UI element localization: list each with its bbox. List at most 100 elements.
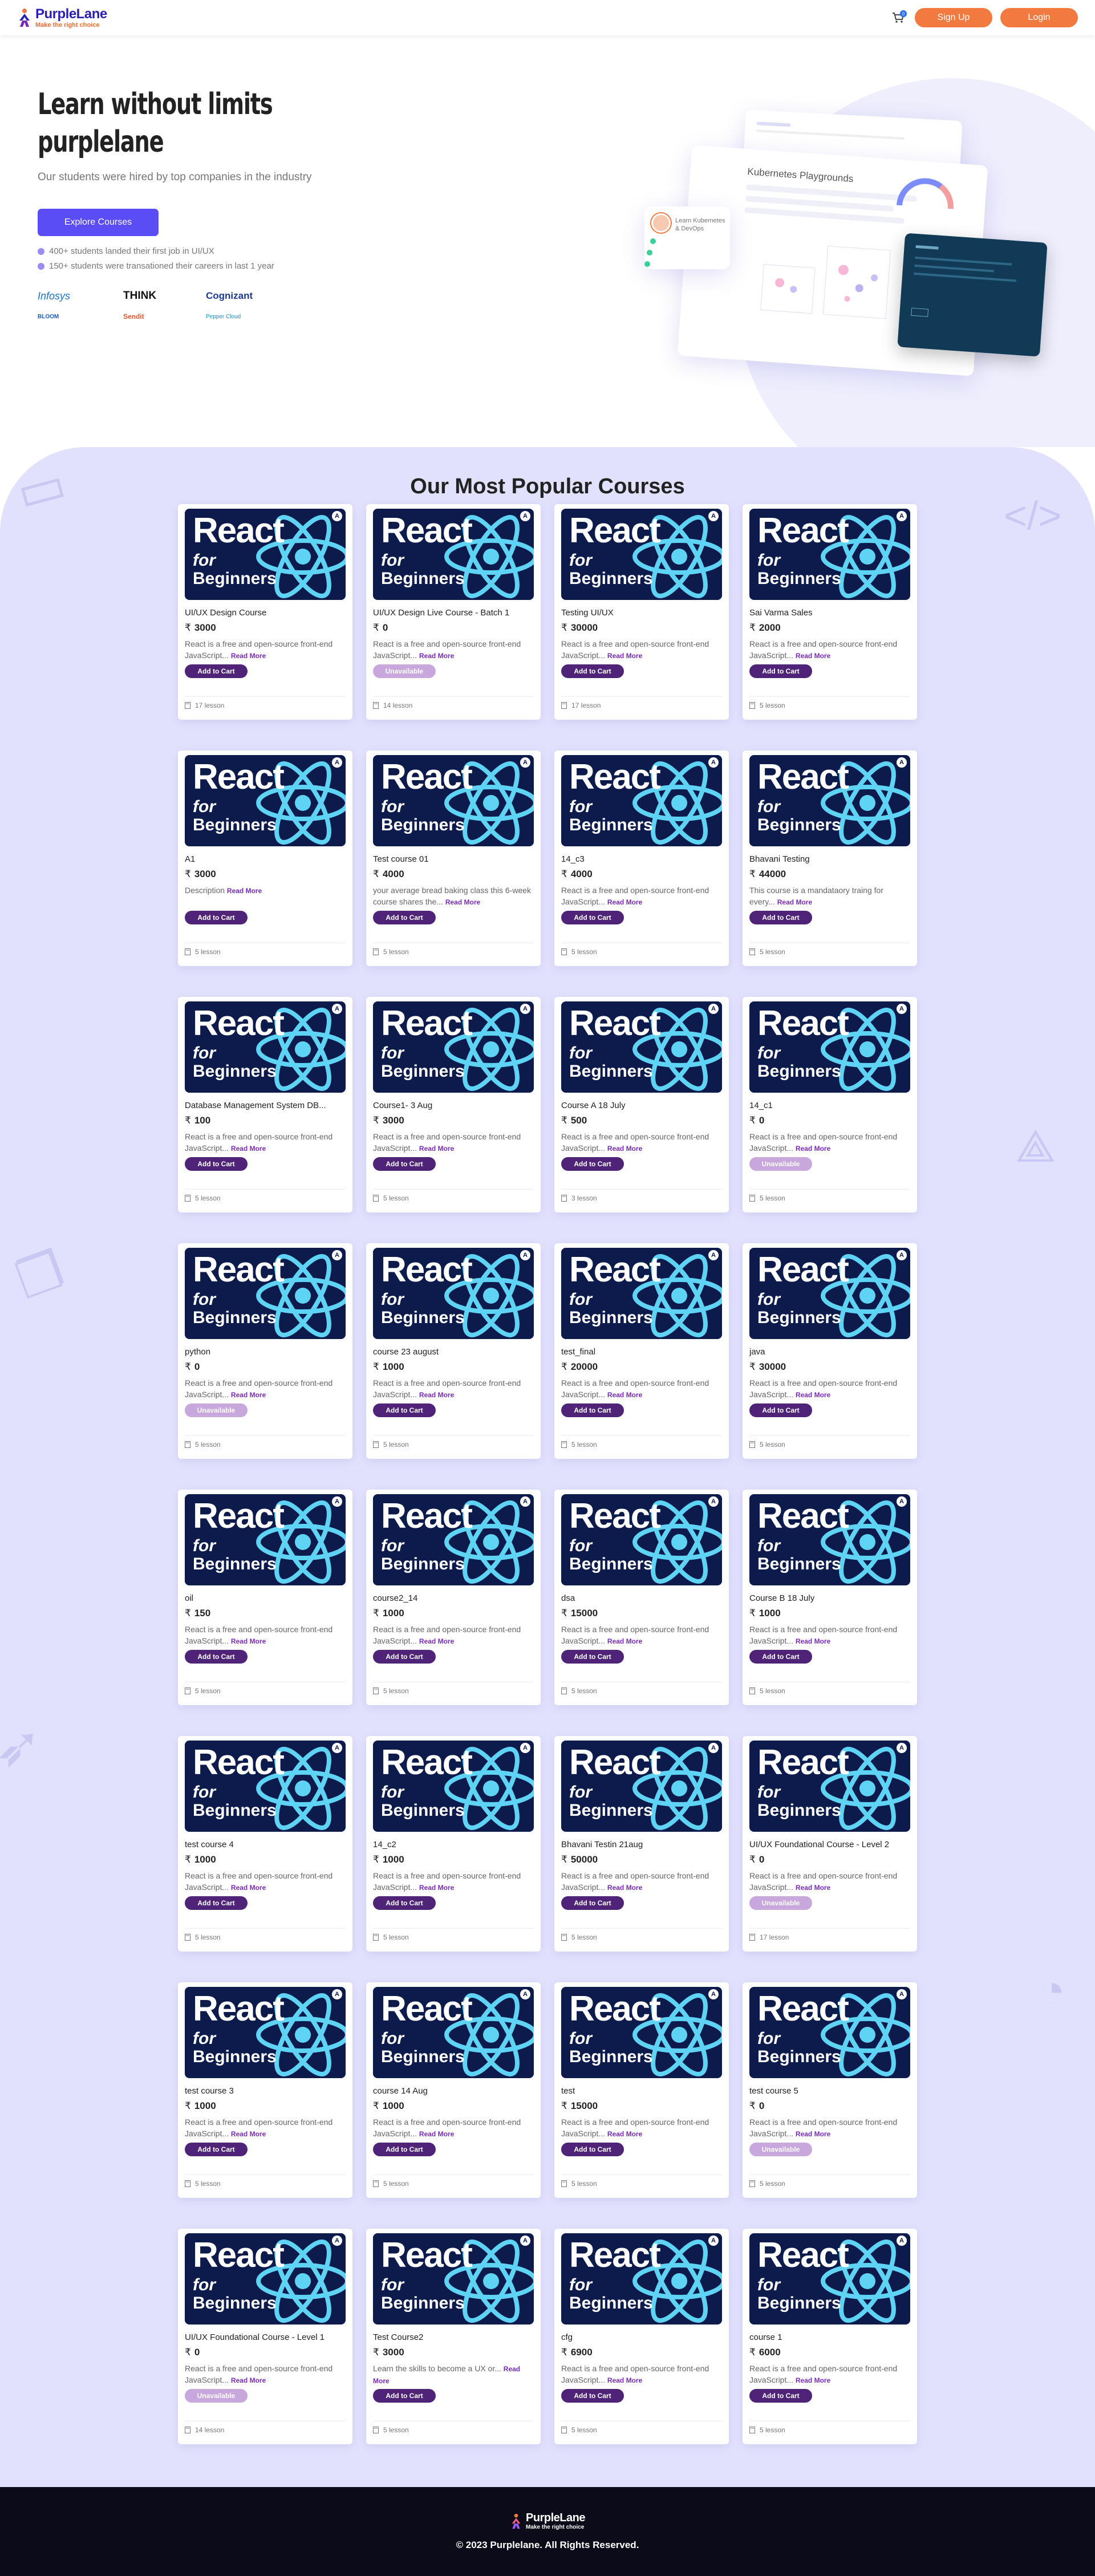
read-more-link[interactable]: Read More (777, 898, 812, 906)
add-to-cart-button[interactable]: Add to Cart (561, 1896, 624, 1910)
course-thumbnail[interactable]: React for Beginners A (373, 1741, 534, 1832)
course-card[interactable]: React for Beginners A Bhavani Testing ₹44000 T… (743, 751, 917, 966)
read-more-link[interactable]: Read More (796, 1637, 830, 1645)
add-to-cart-button[interactable]: Add to Cart (561, 1157, 624, 1171)
unavailable-button[interactable]: Unavailable (749, 2143, 812, 2156)
course-thumbnail[interactable]: React for Beginners A (185, 1987, 346, 2078)
read-more-link[interactable]: Read More (231, 1637, 266, 1645)
course-thumbnail[interactable]: React for Beginners A (561, 1741, 722, 1832)
course-thumbnail[interactable]: React for Beginners A (561, 1248, 722, 1339)
unavailable-button[interactable]: Unavailable (373, 664, 436, 678)
explore-courses-button[interactable]: Explore Courses (38, 209, 159, 236)
course-card[interactable]: React for Beginners Atest course 3 ₹1000 Reac… (178, 1982, 352, 2198)
read-more-link[interactable]: Read More (231, 1884, 266, 1892)
course-thumbnail[interactable]: React for Beginners A (373, 1248, 534, 1339)
read-more-link[interactable]: Read More (227, 887, 262, 895)
read-more-link[interactable]: Read More (796, 1145, 830, 1153)
add-to-cart-button[interactable]: Add to Cart (561, 2389, 624, 2403)
course-title[interactable]: course2_14 (373, 1593, 534, 1603)
course-title[interactable]: test course 3 (185, 2086, 346, 2096)
read-more-link[interactable]: Read More (796, 2376, 830, 2384)
read-more-link[interactable]: Read More (607, 1637, 642, 1645)
read-more-link[interactable]: Read More (419, 1391, 454, 1399)
course-card[interactable]: React for Beginners Acourse 23 august ₹1000 R… (366, 1243, 541, 1459)
course-card[interactable]: React for Beginners A UI/UX Design Course ₹30… (178, 504, 352, 720)
course-title[interactable]: course 14 Aug (373, 2086, 534, 2096)
read-more-link[interactable]: Read More (607, 898, 642, 906)
course-title[interactable]: Test Course2 (373, 2332, 534, 2342)
course-title[interactable]: test course 5 (749, 2086, 910, 2096)
course-card[interactable]: React for Beginners A Bhavani Testin 21aug ₹5… (554, 1736, 729, 1952)
course-thumbnail[interactable]: React for Beginners A (185, 755, 346, 846)
course-card[interactable]: React for Beginners A Testing UI/UX ₹30000 Rea… (554, 504, 729, 720)
course-thumbnail[interactable]: React for Beginners A (185, 1741, 346, 1832)
course-title[interactable]: test course 4 (185, 1840, 346, 1849)
course-thumbnail[interactable]: React for Beginners A (185, 1494, 346, 1585)
add-to-cart-button[interactable]: Add to Cart (373, 911, 436, 924)
course-title[interactable]: test (561, 2086, 722, 2096)
course-title[interactable]: Sai Varma Sales (749, 608, 910, 618)
course-thumbnail[interactable]: React for Beginners A (185, 1248, 346, 1339)
course-card[interactable]: React for Beginners A Course B 18 July ₹1000 R… (743, 1490, 917, 1705)
course-card[interactable]: React for Beginners A Database Management Sy… (178, 997, 352, 1212)
unavailable-button[interactable]: Unavailable (749, 1157, 812, 1171)
course-thumbnail[interactable]: React for Beginners A (373, 509, 534, 600)
course-thumbnail[interactable]: React for Beginners A (749, 1987, 910, 2078)
course-thumbnail[interactable]: React for Beginners A (185, 1001, 346, 1093)
course-card[interactable]: React for Beginners A A1 ₹3000 Description Rea… (178, 751, 352, 966)
read-more-link[interactable]: Read More (607, 1884, 642, 1892)
course-title[interactable]: UI/UX Design Course (185, 608, 346, 618)
course-card[interactable]: React for Beginners Atest course 4 ₹1000 Reac… (178, 1736, 352, 1952)
read-more-link[interactable]: Read More (419, 2130, 454, 2138)
course-thumbnail[interactable]: React for Beginners A (561, 509, 722, 600)
course-title[interactable]: Course1- 3 Aug (373, 1101, 534, 1110)
course-card[interactable]: React for Beginners A UI/UX Foundational Cou… (178, 2229, 352, 2444)
add-to-cart-button[interactable]: Add to Cart (373, 1403, 436, 1417)
course-title[interactable]: cfg (561, 2332, 722, 2342)
course-card[interactable]: React for Beginners A 14_c2 ₹1000 React is a f… (366, 1736, 541, 1952)
course-title[interactable]: 14_c1 (749, 1101, 910, 1110)
course-card[interactable]: React for Beginners Atest_final ₹20000 React … (554, 1243, 729, 1459)
course-thumbnail[interactable]: React for Beginners A (373, 1987, 534, 2078)
course-thumbnail[interactable]: React for Beginners A (561, 2233, 722, 2325)
add-to-cart-button[interactable]: Add to Cart (373, 1157, 436, 1171)
course-title[interactable]: python (185, 1347, 346, 1357)
course-title[interactable]: dsa (561, 1593, 722, 1603)
course-title[interactable]: Testing UI/UX (561, 608, 722, 618)
course-title[interactable]: UI/UX Foundational Course - Level 2 (749, 1840, 910, 1849)
course-card[interactable]: React for Beginners A Sai Varma Sales ₹2000 Re… (743, 504, 917, 720)
add-to-cart-button[interactable]: Add to Cart (185, 1650, 248, 1664)
add-to-cart-button[interactable]: Add to Cart (185, 664, 248, 678)
course-thumbnail[interactable]: React for Beginners A (185, 509, 346, 600)
read-more-link[interactable]: Read More (796, 652, 830, 660)
read-more-link[interactable]: Read More (796, 2130, 830, 2138)
footer-logo[interactable]: PurpleLane Make the right choice (510, 2512, 585, 2530)
course-thumbnail[interactable]: React for Beginners A (561, 1987, 722, 2078)
course-title[interactable]: Bhavani Testing (749, 854, 910, 864)
add-to-cart-button[interactable]: Add to Cart (561, 1403, 624, 1417)
course-thumbnail[interactable]: React for Beginners A (373, 755, 534, 846)
read-more-link[interactable]: Read More (607, 1391, 642, 1399)
course-thumbnail[interactable]: React for Beginners A (561, 755, 722, 846)
course-title[interactable]: A1 (185, 854, 346, 864)
course-title[interactable]: UI/UX Design Live Course - Batch 1 (373, 608, 534, 618)
cart-button[interactable]: 0 (890, 9, 907, 26)
read-more-link[interactable]: Read More (231, 2130, 266, 2138)
read-more-link[interactable]: Read More (796, 1884, 830, 1892)
course-title[interactable]: java (749, 1347, 910, 1357)
course-thumbnail[interactable]: React for Beginners A (185, 2233, 346, 2325)
course-title[interactable]: Database Management System DB... (185, 1101, 346, 1110)
course-title[interactable]: Course B 18 July (749, 1593, 910, 1603)
course-title[interactable]: 14_c2 (373, 1840, 534, 1849)
course-thumbnail[interactable]: React for Beginners A (749, 509, 910, 600)
course-card[interactable]: React for Beginners Acourse2_14 ₹1000 React i… (366, 1490, 541, 1705)
course-card[interactable]: React for Beginners A Course1- 3 Aug ₹3000 Rea… (366, 997, 541, 1212)
add-to-cart-button[interactable]: Add to Cart (561, 1650, 624, 1664)
read-more-link[interactable]: Read More (231, 652, 266, 660)
course-card[interactable]: React for Beginners Aoil ₹150 React is a free… (178, 1490, 352, 1705)
course-card[interactable]: React for Beginners Acourse 14 Aug ₹1000 Reac… (366, 1982, 541, 2198)
read-more-link[interactable]: Read More (231, 1145, 266, 1153)
course-title[interactable]: Test course 01 (373, 854, 534, 864)
read-more-link[interactable]: Read More (607, 652, 642, 660)
course-thumbnail[interactable]: React for Beginners A (373, 2233, 534, 2325)
